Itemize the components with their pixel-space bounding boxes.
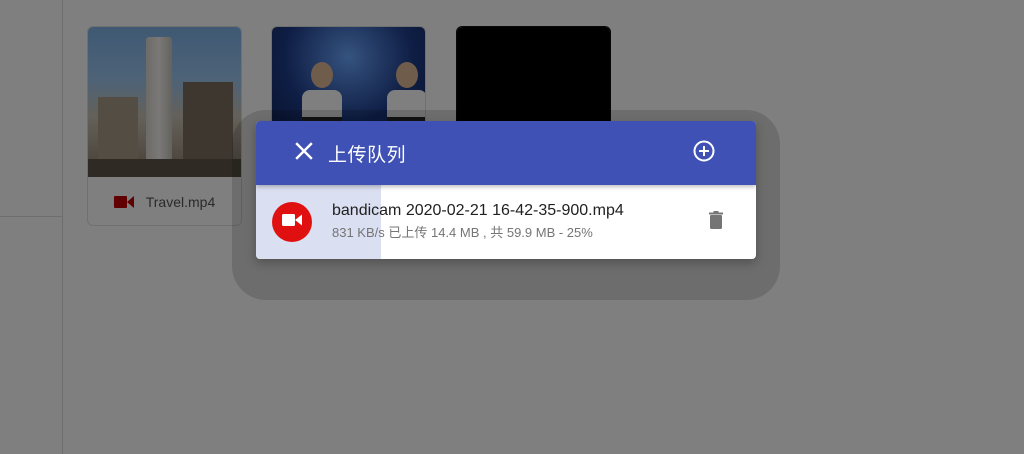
close-button[interactable] [284,133,324,173]
upload-file-name: bandicam 2020-02-21 16-42-35-900.mp4 [332,202,624,219]
file-browser: Travel.mp4 上传队列 [0,0,1024,454]
upload-queue-dialog: 上传队列 bandicam 2020-02-21 16-42-35-900.mp… [256,121,756,259]
close-icon [294,141,314,166]
add-file-button[interactable] [684,133,724,173]
add-circle-icon [692,139,716,168]
file-avatar [272,202,312,242]
dialog-title: 上传队列 [328,144,407,166]
upload-queue-item[interactable]: bandicam 2020-02-21 16-42-35-900.mp4 831… [256,185,756,259]
delete-button[interactable] [704,206,728,238]
dialog-header: 上传队列 [256,121,756,185]
delete-icon [709,210,723,234]
videocam-icon [281,212,303,233]
upload-status: 831 KB/s 已上传 14.4 MB , 共 59.9 MB - 25% [332,225,593,240]
